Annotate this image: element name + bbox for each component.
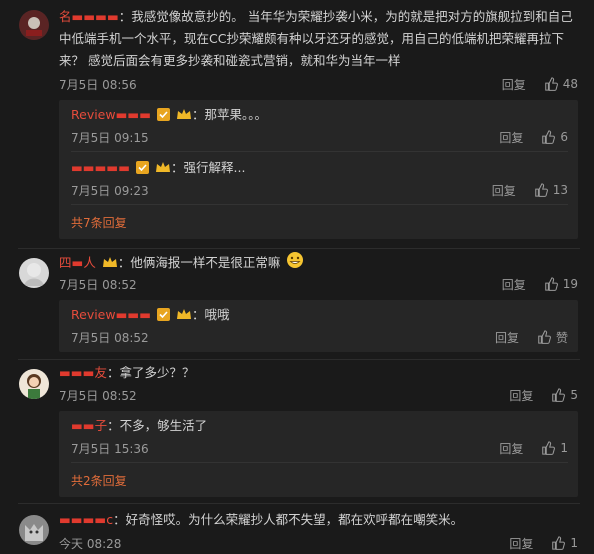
like-button[interactable]: 6 [541,130,568,144]
timestamp: 今天 08:28 [59,536,122,551]
reply-item: ▬▬▬▬▬ ：强行解释... 7月5日 09:23 回复 13 [71,160,568,199]
like-count: 赞 [555,330,568,345]
timestamp: 7月5日 08:52 [59,388,137,403]
reply-button[interactable]: 回复 [499,129,523,146]
reply-button[interactable]: 回复 [502,276,526,293]
divider [18,359,580,360]
reply-item: Review▬▬▬ ：哦哦 7月5日 08:52 回复赞 [71,307,568,346]
username[interactable]: ▬▬▬▬c [59,512,113,527]
like-button[interactable]: 19 [544,277,578,291]
reply-button[interactable]: 回复 [492,182,516,199]
reply-item: ▬▬子：不多，够生活了 7月5日 15:36 回复 1 [71,418,568,457]
more-replies-link[interactable]: 共2条回复 [71,472,127,489]
thumbs-up-icon [552,388,566,402]
avatar[interactable] [19,515,49,545]
reply-username[interactable]: ▬▬子 [71,418,107,433]
like-count: 5 [570,388,578,402]
comment-text: 名▬▬▬▬：我感觉像故意抄的。 当年华为荣耀抄袭小米，为的就是把对方的旗舰拉到和… [59,9,573,68]
thumbs-up-icon [538,330,551,344]
timestamp: 7月5日 15:36 [71,441,149,456]
like-button[interactable]: 13 [534,183,568,197]
like-button[interactable]: 48 [544,77,578,91]
comment-meta: 7月5日 08:56 回复 48 [59,74,578,94]
thumbs-up-icon [544,277,558,291]
timestamp: 7月5日 09:15 [71,130,149,145]
member-crown-icon [177,309,192,319]
thumbs-up-icon [542,130,556,144]
thumbs-up-icon [544,77,558,91]
like-button[interactable]: 1 [551,536,578,550]
like-button[interactable]: 赞 [537,329,568,346]
reply-username[interactable]: Review▬▬▬ [71,307,151,322]
more-replies-link[interactable]: 共7条回复 [71,214,127,231]
like-count: 48 [562,77,578,91]
divider [71,204,568,205]
comment-meta: 今天 08:28 回复 1 [59,533,578,553]
comment-text: 四▬人 ：他俩海报一样不是很正常嘛 [59,251,578,274]
like-count: 19 [562,277,578,291]
avatar[interactable] [19,258,49,288]
like-button[interactable]: 1 [541,441,568,455]
reply-thread: Review▬▬▬ ：那苹果。。。 7月5日 09:15 回复 6 ▬▬▬▬▬ ：强… [59,100,578,239]
thumbs-up-icon [534,183,548,197]
divider [18,503,580,504]
verified-badge-icon [157,308,171,321]
comment-text: ▬▬▬▬c：好奇怪哎。为什么荣耀抄人都不失望，都在欢呼都在嘲笑米。 [59,512,464,527]
comment-meta: 7月5日 08:52 回复 5 [59,385,578,405]
timestamp: 7月5日 08:52 [71,330,149,345]
like-count: 1 [560,441,568,455]
username[interactable]: ▬▬▬友 [59,365,107,380]
member-crown-icon [102,257,117,267]
verified-badge-icon [136,161,150,174]
thumbs-up-icon [542,441,556,455]
reply-item: Review▬▬▬ ：那苹果。。。 7月5日 09:15 回复 6 [71,107,568,146]
timestamp: 7月5日 09:23 [71,183,149,198]
reply-button[interactable]: 回复 [509,387,533,404]
thumbs-up-icon [552,536,566,550]
reply-button[interactable]: 回复 [499,440,523,457]
username[interactable]: 名▬▬▬▬ [59,9,119,24]
reply-username[interactable]: Review▬▬▬ [71,107,151,122]
like-count: 1 [570,536,578,550]
reply-thread: Review▬▬▬ ：哦哦 7月5日 08:52 回复赞 [59,300,578,352]
reply-thread: ▬▬子：不多，够生活了 7月5日 15:36 回复 1 共2条回复 [59,411,578,497]
timestamp: 7月5日 08:56 [59,77,137,92]
divider [71,151,568,152]
reply-button[interactable]: 回复 [509,535,533,552]
like-count: 6 [560,130,568,144]
reply-button[interactable]: 回复 [502,76,526,93]
username[interactable]: 四▬人 [59,255,96,270]
reply-button[interactable]: 回复 [495,329,519,346]
like-button[interactable]: 5 [551,388,578,402]
divider [71,462,568,463]
member-crown-icon [177,109,192,119]
avatar[interactable] [19,10,49,40]
verified-badge-icon [157,108,171,121]
timestamp: 7月5日 08:52 [59,277,137,292]
reply-username[interactable]: ▬▬▬▬▬ [71,160,130,175]
avatar[interactable] [19,369,49,399]
comment-meta: 7月5日 08:52 回复 19 [59,274,578,294]
member-crown-icon [156,162,171,172]
like-count: 13 [552,183,568,197]
grin-emoji-icon [287,252,304,268]
comment-text: ▬▬▬友：拿了多少？？ [59,365,195,380]
divider [18,248,580,249]
